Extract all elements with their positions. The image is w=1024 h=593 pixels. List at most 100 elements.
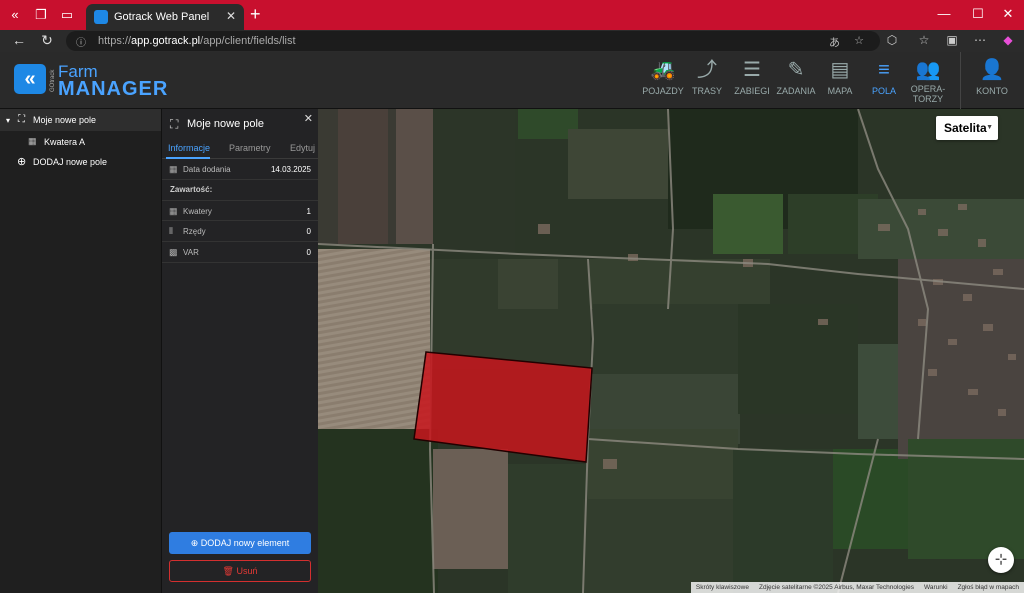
- map-attribution: Skróty klawiszowe Zdjęcie satelitarne ©2…: [690, 582, 1024, 593]
- address-bar[interactable]: ⓘ https://app.gotrack.pl/app/client/fiel…: [66, 31, 880, 51]
- content-row-value: 1: [306, 207, 311, 216]
- add-field-button[interactable]: ⊕ DODAJ nowe pole: [0, 151, 161, 173]
- close-window-icon[interactable]: ✕: [998, 6, 1018, 22]
- report-error-link[interactable]: Zgłoś błąd w mapach: [953, 582, 1024, 593]
- polygon-icon: ⛶: [18, 114, 25, 125]
- dropdown-caret-icon: ▼: [986, 124, 993, 131]
- new-tab-icon[interactable]: +: [250, 5, 261, 23]
- tree-item-child[interactable]: ▦ Kwatera A: [0, 131, 161, 151]
- nav-treatments[interactable]: ☰ ZABIEGI: [733, 56, 771, 106]
- details-header: ⛶ Moje nowe pole ✕: [162, 109, 319, 139]
- delete-label: Usuń: [236, 566, 258, 576]
- nav-vehicles[interactable]: 🚜 POJAZDY: [641, 56, 685, 106]
- tab-information[interactable]: Informacje: [168, 143, 210, 153]
- content-row: ⦀ Rzędy 0: [162, 221, 319, 242]
- block-icon: ▦: [169, 206, 178, 216]
- keyboard-shortcuts-link[interactable]: Skróty klawiszowe: [691, 582, 754, 593]
- url-text: https://app.gotrack.pl/app/client/fields…: [98, 35, 296, 47]
- delete-button[interactable]: 🗑 Usuń: [169, 560, 311, 582]
- nav-treatments-label: ZABIEGI: [734, 86, 770, 96]
- tab-edit[interactable]: Edytuj: [290, 143, 315, 153]
- map-type-label: Satelita: [944, 121, 987, 135]
- workspaces-icon[interactable]: ❐: [32, 6, 50, 24]
- field-details-panel: ⛶ Moje nowe pole ✕ Informacje Parametry …: [161, 109, 319, 593]
- content-row-label: Rzędy: [183, 227, 206, 236]
- date-added-label: Data dodania: [183, 165, 231, 174]
- terms-link[interactable]: Warunki: [919, 582, 953, 593]
- browser-tabstrip: « ❐ ▭ Gotrack Web Panel ✕ + — ☐ ✕: [0, 0, 1024, 30]
- calendar-icon: ▦: [169, 164, 178, 174]
- favorite-star-icon[interactable]: ☆: [854, 34, 864, 47]
- nav-account-label: KONTO: [976, 86, 1008, 96]
- map-type-selector[interactable]: Satelita ▼: [936, 116, 998, 140]
- expand-caret-icon[interactable]: ▾: [6, 116, 10, 125]
- operators-icon: 👥: [915, 59, 941, 81]
- nav-tasks[interactable]: ✎ ZADANIA: [776, 56, 816, 106]
- content-row-label: Kwatery: [183, 207, 212, 216]
- nav-map[interactable]: ▤ MAPA: [824, 56, 856, 106]
- fields-tree-panel: ▾ ⛶ Moje nowe pole ▦ Kwatera A ⊕ DODAJ n…: [0, 109, 161, 593]
- nav-routes-label: TRASY: [691, 86, 722, 96]
- satellite-map[interactable]: Satelita ▼ ⊹ Skróty klawiszowe Zdjęcie s…: [318, 109, 1024, 593]
- app-header: « GOtrack Farm MANAGER 🚜 POJAZDY ⤴ TRASY…: [0, 52, 1024, 109]
- nav-account[interactable]: 👤 KONTO: [972, 56, 1012, 106]
- nav-tasks-label: ZADANIA: [776, 86, 816, 96]
- close-panel-icon[interactable]: ✕: [304, 112, 313, 125]
- copilot-icon[interactable]: ◆: [1000, 33, 1016, 47]
- var-icon: ▩: [169, 247, 178, 257]
- browser-toolbar: ← ↻ ⓘ https://app.gotrack.pl/app/client/…: [0, 30, 1024, 52]
- extensions-icon[interactable]: ⬡: [884, 33, 900, 47]
- tree-item-field[interactable]: ▾ ⛶ Moje nowe pole: [0, 109, 161, 131]
- locate-icon[interactable]: ⊹: [988, 547, 1014, 573]
- add-field-label: DODAJ nowe pole: [33, 157, 108, 167]
- nav-fields-label: POLA: [871, 86, 896, 96]
- rows-icon: ⦀: [169, 226, 173, 236]
- list-icon: ☰: [743, 59, 761, 81]
- content-row-label: VAR: [183, 248, 199, 257]
- minimize-icon[interactable]: —: [934, 6, 954, 21]
- details-tabs: Informacje Parametry Edytuj: [162, 139, 319, 159]
- browser-profile-icon[interactable]: «: [6, 6, 24, 24]
- details-title: Moje nowe pole: [187, 118, 265, 130]
- nav-fields[interactable]: ≡ POLA: [868, 56, 900, 106]
- logo-mark-icon: «: [14, 64, 46, 94]
- read-aloud-icon[interactable]: あ: [829, 34, 840, 50]
- date-added-value: 14.03.2025: [270, 165, 311, 174]
- account-icon: 👤: [979, 59, 1005, 81]
- back-icon[interactable]: ←: [10, 32, 28, 48]
- tab-actions-icon[interactable]: ▭: [58, 6, 76, 24]
- nav-routes[interactable]: ⤴ TRASY: [690, 56, 724, 106]
- tree-item-child-label: Kwatera A: [44, 137, 86, 147]
- block-icon: ▦: [28, 136, 37, 146]
- site-info-icon[interactable]: ⓘ: [76, 34, 86, 49]
- logo-line2: MANAGER: [58, 78, 169, 100]
- task-icon: ✎: [787, 59, 805, 81]
- content-row: ▦ Kwatery 1: [162, 200, 319, 221]
- favorites-icon[interactable]: ☆: [916, 33, 932, 47]
- contents-heading: Zawartość:: [170, 185, 213, 194]
- collections-icon[interactable]: ▣: [944, 33, 960, 47]
- more-icon[interactable]: ⋯: [972, 33, 988, 47]
- add-circle-icon: ⊕: [190, 538, 201, 548]
- content-row: ▩ VAR 0: [162, 242, 319, 263]
- add-element-button[interactable]: ⊕ DODAJ nowy element: [169, 532, 311, 554]
- nav-vehicles-label: POJAZDY: [642, 86, 684, 96]
- nav-operators-label-1: OPERA-: [910, 84, 946, 94]
- nav-operators[interactable]: 👥 OPERA- TORZY: [906, 56, 950, 106]
- content-row-value: 0: [306, 248, 311, 257]
- logo-small-text: GOtrack: [50, 69, 56, 92]
- tab-close-icon[interactable]: ✕: [226, 9, 236, 23]
- add-element-label: DODAJ nowy element: [200, 538, 290, 548]
- browser-tab[interactable]: Gotrack Web Panel ✕: [86, 4, 244, 30]
- app-logo[interactable]: « GOtrack Farm MANAGER: [14, 62, 167, 100]
- content-row-value: 0: [306, 227, 311, 236]
- tab-title: Gotrack Web Panel: [114, 11, 210, 23]
- reload-icon[interactable]: ↻: [38, 32, 56, 49]
- nav-operators-label-2: TORZY: [912, 94, 944, 104]
- tab-parameters[interactable]: Parametry: [229, 143, 271, 153]
- tractor-icon: 🚜: [650, 59, 676, 81]
- map-imagery: [318, 109, 1024, 593]
- maximize-icon[interactable]: ☐: [968, 6, 988, 22]
- imagery-credit: Zdjęcie satelitarne ©2025 Airbus, Maxar …: [758, 584, 914, 591]
- polygon-icon: ⛶: [170, 117, 179, 131]
